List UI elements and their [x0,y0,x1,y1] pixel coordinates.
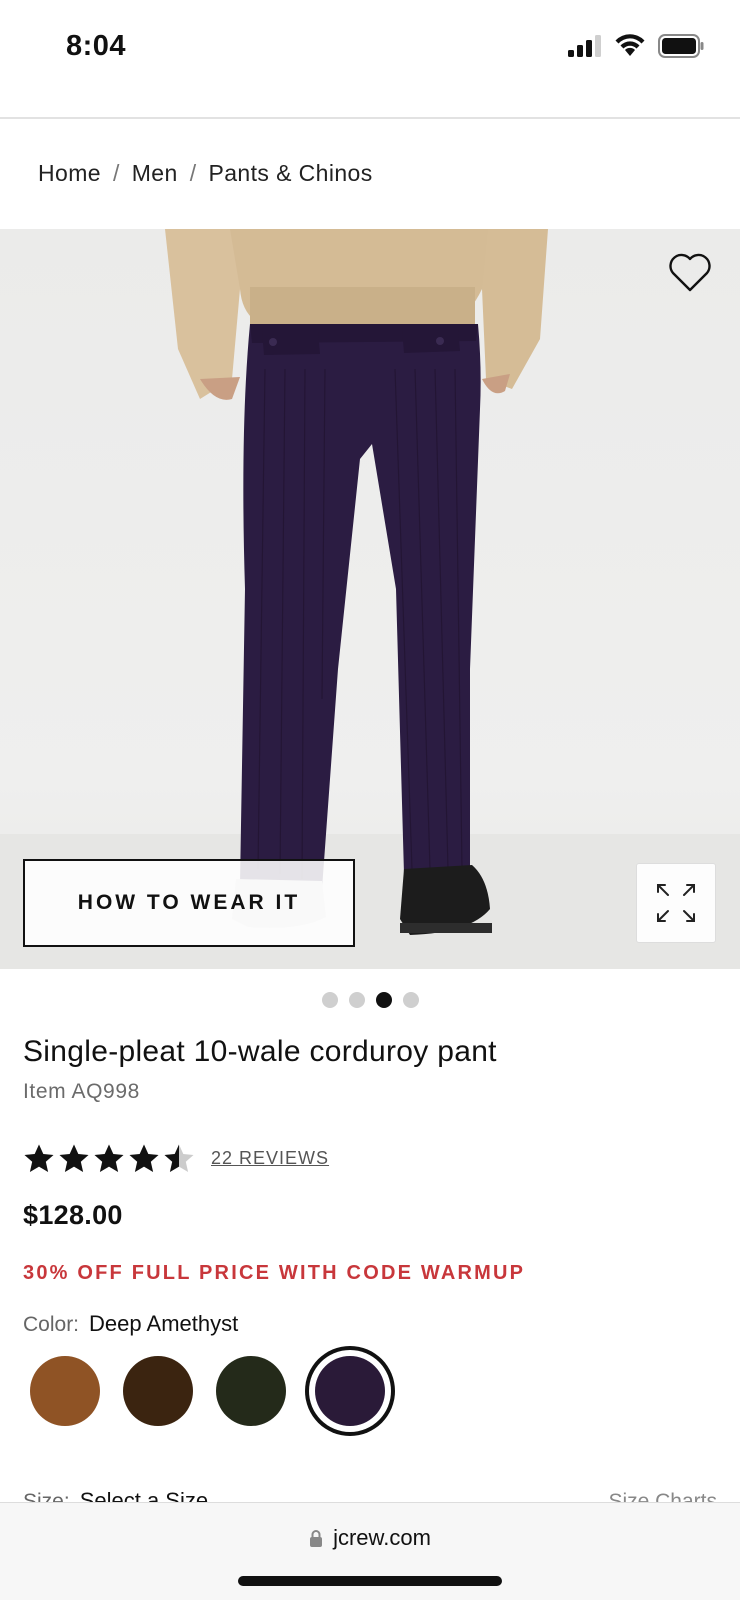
promo-message: 30% OFF FULL PRICE WITH CODE WARMUP [23,1262,526,1284]
heart-icon [669,253,711,292]
star-icon [24,1144,54,1172]
breadcrumb-men[interactable]: Men [132,160,178,187]
status-bar: 8:04 [0,0,740,96]
product-title: Single-pleat 10-wale corduroy pant [23,1035,497,1068]
size-row: Size: Select a Size Size Charts [23,1484,717,1502]
product-photo [165,229,548,935]
size-label: Size: [23,1490,70,1502]
breadcrumb-separator: / [112,160,120,186]
star-icon [59,1144,89,1172]
star-icon [94,1144,124,1172]
color-swatch[interactable] [315,1356,385,1426]
expand-icon [657,884,695,922]
carousel-dot[interactable] [376,992,392,1008]
item-code: Item AQ998 [23,1080,140,1103]
color-row: Color: Deep Amethyst [23,1311,238,1337]
star-rating [23,1143,195,1174]
carousel-dot[interactable] [322,992,338,1008]
header-divider [0,117,740,119]
status-time: 8:04 [66,30,127,62]
breadcrumb: Home / Men / Pants & Chinos [38,160,373,187]
lock-icon [310,1530,323,1547]
expand-image-button[interactable] [636,863,716,943]
product-price: $128.00 [23,1200,123,1230]
home-indicator[interactable] [238,1576,502,1586]
product-image-carousel[interactable]: HOW TO WEAR IT [0,229,740,969]
status-icons [568,34,704,58]
how-to-wear-button[interactable]: HOW TO WEAR IT [23,859,355,947]
rating-row: 22 REVIEWS [23,1143,329,1174]
carousel-dot[interactable] [349,992,365,1008]
browser-url-bar[interactable]: jcrew.com [0,1502,740,1600]
color-swatch[interactable] [123,1356,193,1426]
breadcrumb-category[interactable]: Pants & Chinos [209,160,373,187]
selected-color-name: Deep Amethyst [89,1311,239,1336]
star-icon [164,1144,194,1172]
reviews-link[interactable]: 22 REVIEWS [211,1148,329,1169]
cellular-signal-icon [568,35,601,57]
url-text[interactable]: jcrew.com [333,1525,431,1551]
breadcrumb-home[interactable]: Home [38,160,101,187]
carousel-pagination [322,992,419,1008]
size-charts-link[interactable]: Size Charts [608,1490,717,1502]
color-swatch[interactable] [216,1356,286,1426]
wifi-icon [615,34,645,56]
color-label: Color: [23,1313,80,1336]
wishlist-heart-button[interactable] [666,251,714,295]
breadcrumb-separator: / [189,160,197,186]
battery-icon [658,34,704,58]
size-select[interactable]: Select a Size [80,1488,208,1502]
color-swatches [30,1356,408,1426]
color-swatch[interactable] [30,1356,100,1426]
carousel-dot[interactable] [403,992,419,1008]
star-icon [129,1144,159,1172]
